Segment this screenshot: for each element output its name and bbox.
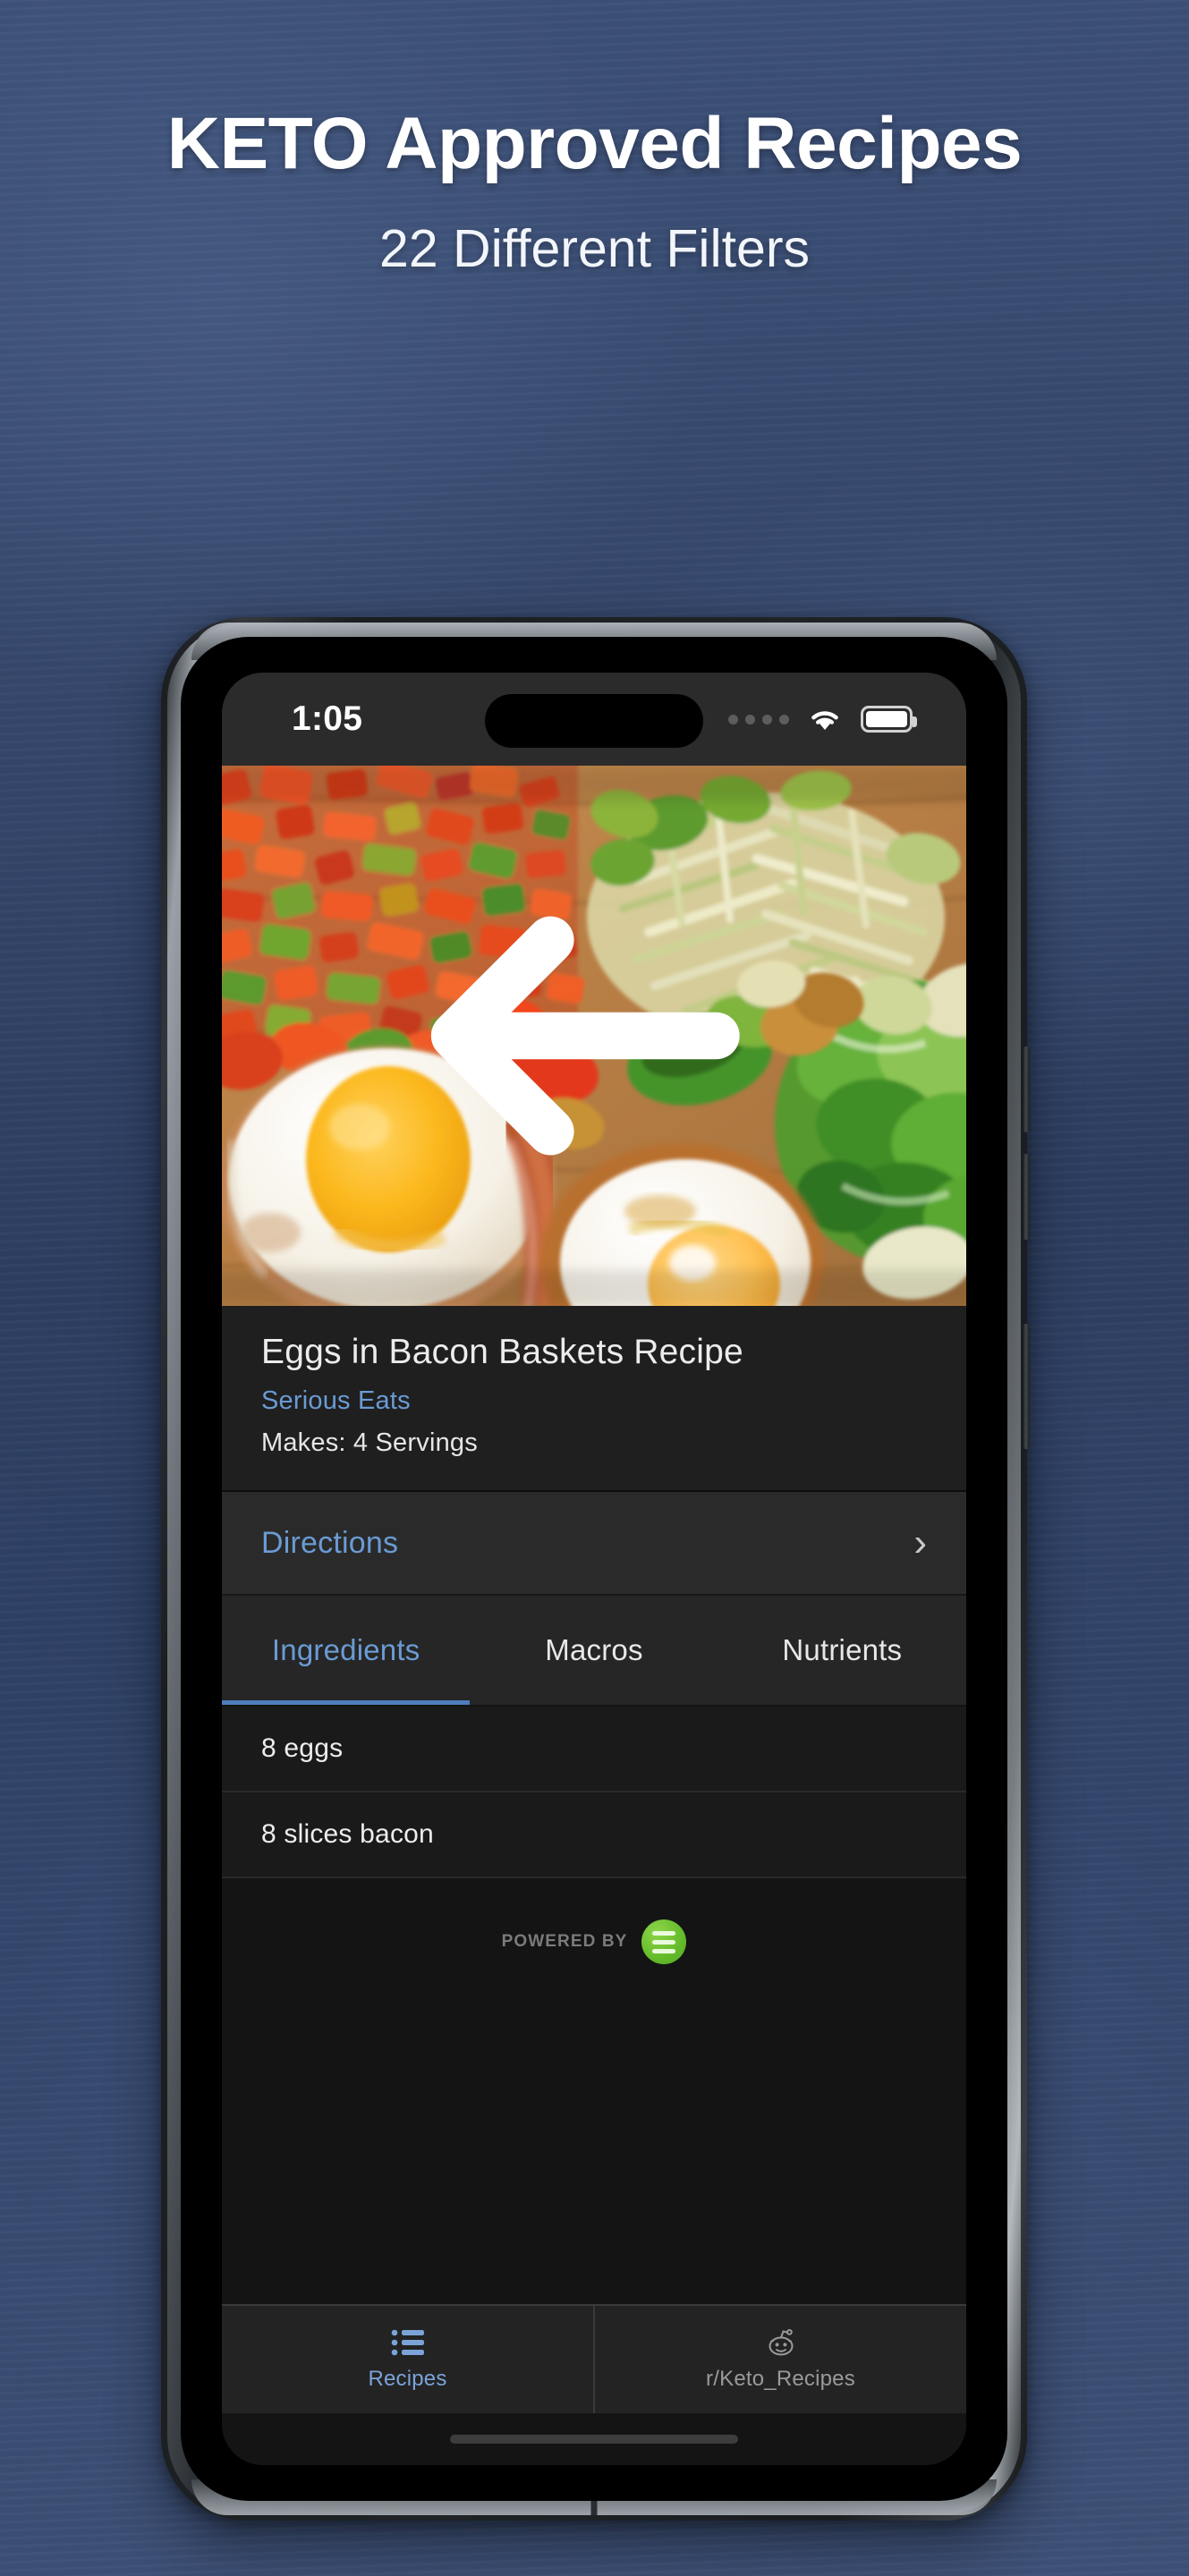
cell-signal-dots-icon xyxy=(728,714,789,724)
nav-item-reddit[interactable]: r/Keto_Recipes xyxy=(593,2306,966,2413)
detail-tab-bar: Ingredients Macros Nutrients xyxy=(222,1596,966,1707)
screen-bezel: 1:05 Eggs in Bacon Baskets Recipe Seriou… xyxy=(181,637,1007,2501)
bottom-navigation-bar: Recipes r/Keto_Recipes xyxy=(222,2304,966,2413)
list-icon xyxy=(391,2329,424,2356)
powered-by-label: POWERED BY xyxy=(501,1932,628,1951)
recipe-title: Eggs in Bacon Baskets Recipe xyxy=(261,1333,743,1371)
list-item[interactable]: 8 eggs xyxy=(222,1707,966,1792)
wifi-icon xyxy=(811,711,838,730)
status-bar: 1:05 xyxy=(222,673,966,766)
status-bar-clock: 1:05 xyxy=(292,699,363,738)
recipe-source-link[interactable]: Serious Eats xyxy=(261,1386,927,1416)
status-bar-indicators xyxy=(728,706,917,733)
tab-nutrients[interactable]: Nutrients xyxy=(718,1596,966,1705)
directions-row[interactable]: Directions › xyxy=(222,1492,966,1596)
volume-up-button[interactable] xyxy=(1023,1046,1030,1132)
tab-macros[interactable]: Macros xyxy=(470,1596,718,1705)
volume-down-button[interactable] xyxy=(1023,1154,1030,1240)
nav-item-recipes[interactable]: Recipes xyxy=(222,2306,593,2413)
nav-label-reddit: r/Keto_Recipes xyxy=(706,2367,855,2391)
home-indicator-area xyxy=(222,2413,966,2465)
phone-screen: 1:05 Eggs in Bacon Baskets Recipe Seriou… xyxy=(222,673,966,2465)
recipe-servings: Makes: 4 Servings xyxy=(261,1428,478,1457)
phone-mockup: 1:05 Eggs in Bacon Baskets Recipe Seriou… xyxy=(161,617,1030,2521)
app-content: Eggs in Bacon Baskets Recipe Serious Eat… xyxy=(222,766,966,2465)
nutritionix-logo-icon xyxy=(641,1919,687,1964)
promo-text-block: KETO Approved Recipes 22 Different Filte… xyxy=(0,107,1189,279)
chevron-right-icon: › xyxy=(913,1521,927,1564)
promo-headline: KETO Approved Recipes xyxy=(166,103,1023,184)
powered-by-block: POWERED BY xyxy=(222,1878,966,2304)
nav-label-recipes: Recipes xyxy=(368,2367,447,2391)
recipe-info-block: Eggs in Bacon Baskets Recipe Serious Eat… xyxy=(222,1306,966,1492)
back-arrow-icon[interactable] xyxy=(222,766,966,1306)
home-indicator[interactable] xyxy=(450,2435,738,2444)
power-button[interactable] xyxy=(1023,1324,1030,1449)
battery-full-icon xyxy=(861,706,917,733)
powered-by-inner: POWERED BY xyxy=(502,1919,687,1964)
promo-page: KETO Approved Recipes 22 Different Filte… xyxy=(0,0,1189,2576)
ingredients-list: 8 eggs 8 slices bacon xyxy=(222,1707,966,1878)
list-item[interactable]: 8 slices bacon xyxy=(222,1792,966,1878)
directions-label: Directions xyxy=(261,1525,399,1560)
reddit-alien-icon xyxy=(769,2329,793,2356)
promo-subheadline: 22 Different Filters xyxy=(379,219,810,278)
dynamic-island xyxy=(485,694,703,748)
tab-ingredients[interactable]: Ingredients xyxy=(222,1596,471,1705)
recipe-hero-image xyxy=(222,766,966,1306)
